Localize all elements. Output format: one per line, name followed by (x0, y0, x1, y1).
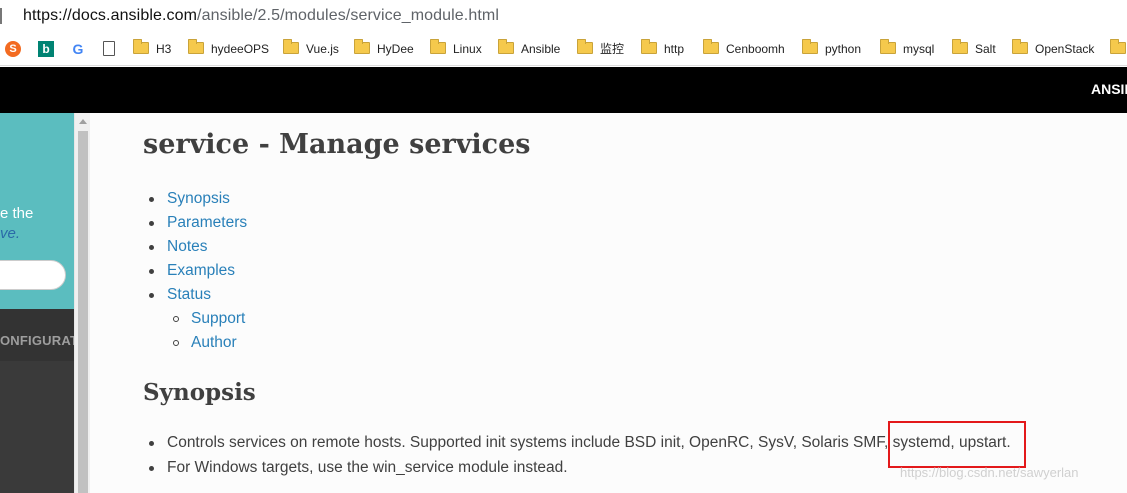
url-host: https://docs.ansible.com (23, 7, 198, 24)
sidebar-nav (0, 361, 74, 493)
watermark-text: https://blog.csdn.net/sawyerlan (900, 465, 1079, 480)
toc-link-author[interactable]: Author (191, 334, 237, 351)
sidebar-scrollbar[interactable] (74, 113, 90, 493)
sidebar: e the ve. ONFIGURAT (0, 113, 74, 493)
page-title: service - Manage services (143, 129, 531, 160)
folder-icon (577, 39, 593, 54)
toc-link-notes[interactable]: Notes (167, 238, 208, 255)
bookmark-folder-hydee[interactable]: HyDee (354, 39, 414, 59)
bookmark-label: python (825, 42, 862, 56)
toc-item-parameters: Parameters (143, 211, 247, 235)
folder-icon (498, 39, 514, 54)
toc-item-status: Status (143, 283, 247, 307)
bookmark-label: Cenboomh (726, 42, 785, 56)
bullet-icon (149, 197, 154, 202)
sogou-icon[interactable]: S (5, 41, 21, 57)
sidebar-nav-caption: ONFIGURAT (0, 333, 74, 348)
bullet-icon (149, 441, 154, 446)
folder-icon (952, 39, 968, 54)
bookmark-label: H3 (156, 42, 172, 56)
bullet-icon (149, 293, 154, 298)
bookmark-folder-monitor[interactable]: 监控 (577, 39, 625, 59)
toc-item-notes: Notes (143, 235, 247, 259)
bookmark-label: Linux (453, 42, 482, 56)
list-item: For Windows targets, use the win_service… (143, 455, 1011, 480)
document-icon[interactable] (103, 41, 115, 56)
bookmark-folder-hydeeops[interactable]: hydeeOPS (188, 39, 270, 59)
folder-icon (1110, 39, 1126, 54)
address-bar[interactable]: https://docs.ansible.com/ansible/2.5/mod… (0, 0, 1127, 34)
scrollbar-thumb[interactable] (78, 131, 88, 493)
bing-icon[interactable]: b (38, 41, 54, 57)
bookmark-folder-http[interactable]: http (641, 39, 685, 59)
bullet-icon (149, 466, 154, 471)
synopsis-heading: Synopsis (143, 379, 256, 406)
toc-link-support[interactable]: Support (191, 310, 245, 327)
folder-icon (354, 39, 370, 54)
site-header: ANSIB (0, 67, 1127, 113)
bookmark-folder-mysql[interactable]: mysql (880, 39, 935, 59)
bookmark-folder-linux[interactable]: Linux (430, 39, 482, 59)
url-path: /ansible/2.5/modules/service_module.html (197, 7, 499, 24)
bookmark-folder-python[interactable]: python (802, 39, 862, 59)
highlight-annotation-box (888, 421, 1026, 468)
toc-link-examples[interactable]: Examples (167, 262, 235, 279)
bookmark-folder-salt[interactable]: Salt (952, 39, 996, 59)
bookmark-folder-overflow[interactable] (1110, 39, 1127, 59)
bookmark-label: HyDee (377, 42, 414, 56)
toc-subitem-support: Support (143, 307, 247, 331)
table-of-contents: Synopsis Parameters Notes Examples Statu… (143, 187, 247, 355)
brand-link[interactable]: ANSIB (1091, 81, 1127, 97)
toc-item-synopsis: Synopsis (143, 187, 247, 211)
bookmark-folder-ansible[interactable]: Ansible (498, 39, 561, 59)
bookmark-label: hydeeOPS (211, 42, 270, 56)
toc-link-status[interactable]: Status (167, 286, 211, 303)
circle-bullet-icon (173, 316, 179, 322)
bullet-icon (149, 245, 154, 250)
google-icon[interactable]: G (70, 41, 86, 57)
folder-icon (430, 39, 446, 54)
bullet-icon (149, 269, 154, 274)
synopsis-text: For Windows targets, use the win_service… (167, 459, 568, 476)
folder-icon (880, 39, 896, 54)
toc-link-synopsis[interactable]: Synopsis (167, 190, 230, 207)
bookmark-label: http (664, 42, 685, 56)
synopsis-text: Controls services on remote hosts. Suppo… (167, 434, 1011, 451)
bookmark-folder-vuejs[interactable]: Vue.js (283, 39, 339, 59)
scroll-up-icon[interactable] (79, 119, 87, 124)
toc-link-parameters[interactable]: Parameters (167, 214, 247, 231)
bookmark-folder-openstack[interactable]: OpenStack (1012, 39, 1095, 59)
site-info-icon[interactable] (0, 8, 10, 24)
list-item: Controls services on remote hosts. Suppo… (143, 430, 1011, 455)
bookmark-label: Vue.js (306, 42, 339, 56)
sidebar-banner-link[interactable]: ve. (0, 225, 20, 242)
bookmark-folder-cenboomh[interactable]: Cenboomh (703, 39, 785, 59)
toc-item-examples: Examples (143, 259, 247, 283)
synopsis-list: Controls services on remote hosts. Suppo… (143, 430, 1011, 480)
bookmark-label: 监控 (600, 42, 625, 56)
search-input[interactable] (0, 260, 66, 290)
folder-icon (802, 39, 818, 54)
bookmark-label: OpenStack (1035, 42, 1095, 56)
toc-subitem-author: Author (143, 331, 247, 355)
folder-icon (188, 39, 204, 54)
bookmark-folder-h3[interactable]: H3 (133, 39, 172, 59)
folder-icon (1012, 39, 1028, 54)
bullet-icon (149, 221, 154, 226)
folder-icon (703, 39, 719, 54)
url-text[interactable]: https://docs.ansible.com/ansible/2.5/mod… (23, 7, 499, 25)
bookmark-label: mysql (903, 42, 935, 56)
folder-icon (133, 39, 149, 54)
folder-icon (283, 39, 299, 54)
bookmark-label: Salt (975, 42, 996, 56)
folder-icon (641, 39, 657, 54)
bookmarks-bar: S b G H3 hydeeOPS Vue.js HyDee Linux Ans… (0, 34, 1127, 66)
bookmark-label: Ansible (521, 42, 561, 56)
sidebar-banner-text: e the (0, 205, 34, 222)
circle-bullet-icon (173, 340, 179, 346)
